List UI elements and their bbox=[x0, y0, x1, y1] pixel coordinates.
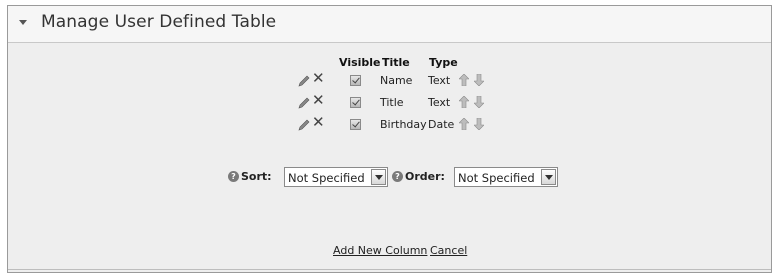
add-new-column-link[interactable]: Add New Column bbox=[333, 244, 427, 257]
sort-dropdown-arrow-icon[interactable] bbox=[371, 169, 386, 185]
move-down-arrow-icon[interactable] bbox=[474, 96, 484, 108]
panel-title: Manage User Defined Table bbox=[41, 12, 277, 32]
panel-header[interactable]: Manage User Defined Table bbox=[8, 6, 771, 43]
table-row: ✕ Birthday Date bbox=[8, 115, 771, 134]
move-up-arrow-icon[interactable] bbox=[459, 74, 469, 86]
order-select-value: Not Specified bbox=[458, 171, 535, 185]
move-down-arrow-icon[interactable] bbox=[474, 74, 484, 86]
visible-checkbox[interactable] bbox=[350, 75, 361, 86]
collapse-caret-icon[interactable] bbox=[19, 20, 27, 25]
sort-select-value: Not Specified bbox=[288, 171, 365, 185]
row-type: Date bbox=[428, 118, 455, 131]
move-up-arrow-icon[interactable] bbox=[459, 118, 469, 130]
order-select[interactable]: Not Specified bbox=[454, 167, 558, 187]
footer-divider bbox=[8, 269, 771, 270]
row-title: Title bbox=[380, 96, 404, 109]
row-title: Name bbox=[380, 74, 413, 87]
column-header-title: Title bbox=[382, 56, 410, 69]
row-type: Text bbox=[428, 74, 451, 87]
sort-label: Sort: bbox=[241, 170, 272, 183]
edit-pencil-icon[interactable] bbox=[298, 119, 310, 131]
sort-help-icon[interactable]: ? bbox=[228, 171, 239, 182]
order-help-icon[interactable]: ? bbox=[392, 171, 403, 182]
sort-order-bar: ? Sort: Not Specified ? Order: Not Speci… bbox=[8, 166, 771, 188]
delete-x-icon[interactable]: ✕ bbox=[312, 93, 325, 108]
delete-x-icon[interactable]: ✕ bbox=[312, 71, 325, 86]
visible-checkbox[interactable] bbox=[350, 97, 361, 108]
sort-select[interactable]: Not Specified bbox=[284, 167, 388, 187]
visible-checkbox[interactable] bbox=[350, 119, 361, 130]
cancel-link[interactable]: Cancel bbox=[430, 244, 467, 257]
manage-udt-panel: Manage User Defined Table Visible Title … bbox=[7, 5, 772, 273]
order-label: Order: bbox=[405, 170, 445, 183]
column-header-type: Type bbox=[429, 56, 458, 69]
delete-x-icon[interactable]: ✕ bbox=[312, 115, 325, 130]
row-type: Text bbox=[428, 96, 451, 109]
table-row: ✕ Title Text bbox=[8, 93, 771, 112]
table-row: ✕ Name Text bbox=[8, 71, 771, 90]
edit-pencil-icon[interactable] bbox=[298, 75, 310, 87]
edit-pencil-icon[interactable] bbox=[298, 97, 310, 109]
column-headers: Visible Title Type bbox=[8, 56, 771, 70]
column-header-visible: Visible bbox=[339, 56, 381, 69]
row-title: Birthday bbox=[380, 118, 427, 131]
move-up-arrow-icon[interactable] bbox=[459, 96, 469, 108]
order-dropdown-arrow-icon[interactable] bbox=[541, 169, 556, 185]
move-down-arrow-icon[interactable] bbox=[474, 118, 484, 130]
